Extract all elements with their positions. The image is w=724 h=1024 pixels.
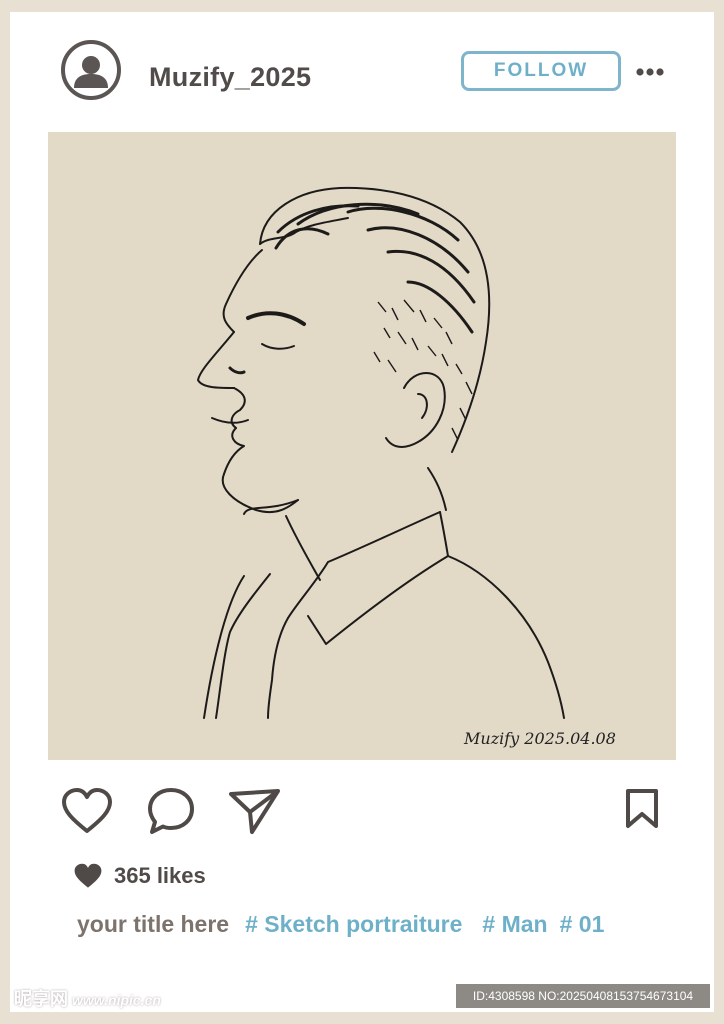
comment-bubble-icon[interactable] <box>146 786 196 841</box>
heart-filled-icon <box>74 863 102 888</box>
paper-plane-icon[interactable] <box>228 788 282 841</box>
hashtag[interactable]: # Man <box>482 911 547 938</box>
post-card: Muzify_2025 FOLLOW Muzify 2025.04.08 365… <box>10 12 714 1012</box>
image-id-bar: ID:4308598 NO:20250408153754673104 <box>456 984 710 1008</box>
avatar[interactable] <box>61 40 121 100</box>
hashtag[interactable]: # 01 <box>560 911 605 938</box>
likes-count[interactable]: 365 likes <box>114 863 206 889</box>
portrait-sketch: Muzify 2025.04.08 <box>197 186 616 748</box>
caption: your title here # Sketch portraiture # M… <box>77 911 604 938</box>
heart-outline-icon[interactable] <box>60 787 114 840</box>
watermark: 昵享网 www.nipic.cn <box>14 985 161 1011</box>
bookmark-icon[interactable] <box>624 788 660 835</box>
hashtag[interactable]: # Sketch portraiture <box>245 911 462 938</box>
likes-row: 365 likes <box>72 862 206 890</box>
watermark-domain: www.nipic.cn <box>72 992 161 1008</box>
username[interactable]: Muzify_2025 <box>149 62 311 93</box>
photo-signature: Muzify 2025.04.08 <box>463 729 616 748</box>
follow-button[interactable]: FOLLOW <box>461 51 621 91</box>
watermark-logo-text: 昵享网 <box>14 989 68 1009</box>
caption-title: your title here <box>77 911 230 937</box>
post-photo[interactable]: Muzify 2025.04.08 <box>48 132 676 760</box>
more-dots-icon[interactable] <box>635 62 665 82</box>
user-icon <box>74 56 108 88</box>
